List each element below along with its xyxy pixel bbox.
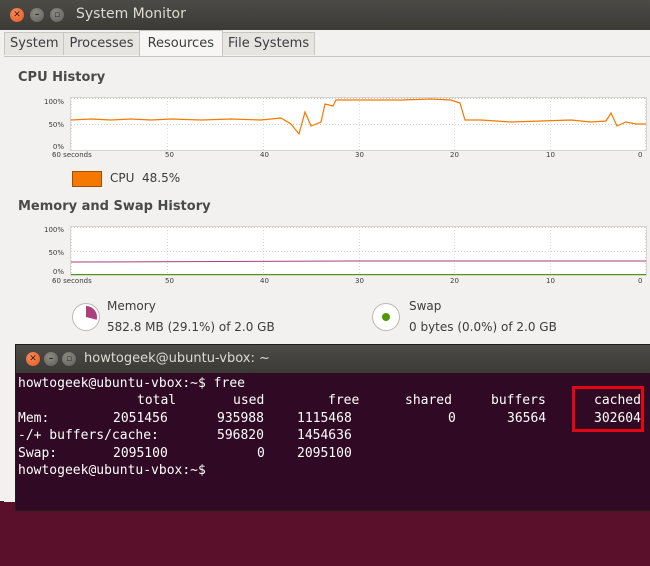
terminal-maximize-icon[interactable]: ▫ xyxy=(62,352,76,366)
cpu-x-tick-10: 10 xyxy=(546,151,555,159)
terminal-command-line: howtogeek@ubuntu-vbox:~$ free xyxy=(18,376,245,391)
header-total: total xyxy=(137,393,177,409)
tab-bar: System Processes Resources File Systems xyxy=(4,30,316,56)
memory-line xyxy=(71,260,646,263)
mem-x-tick-0: 0 xyxy=(638,277,643,285)
row-label: -/+ buffers/cache: xyxy=(18,428,159,444)
free-header-row: total used free shared buffers cached xyxy=(18,392,650,409)
header-shared: shared xyxy=(405,393,452,409)
header-used: used xyxy=(233,393,265,409)
cpu-history-svg xyxy=(71,98,646,150)
mem-x-tick-50: 50 xyxy=(165,277,174,285)
cpu-line xyxy=(71,98,646,136)
free-swap-row: Swap: 2095100 0 2095100 xyxy=(18,445,650,462)
row-label: Swap: xyxy=(18,445,58,461)
memory-legend-value: 582.8 MB (29.1%) of 2.0 GB xyxy=(107,320,275,334)
free-mem-row: Mem: 2051456 935988 1115468 0 36564 3026… xyxy=(18,410,650,427)
free-buffers-cache-row: -/+ buffers/cache: 596820 1454636 xyxy=(18,427,650,444)
mem-free: 1115468 xyxy=(297,410,352,426)
terminal-prompt: howtogeek@ubuntu-vbox:~$ xyxy=(18,463,206,478)
cpu-x-tick-20: 20 xyxy=(450,151,459,159)
swap-legend-label: Swap xyxy=(409,299,442,313)
minimize-icon[interactable]: – xyxy=(30,8,44,22)
terminal-output[interactable]: howtogeek@ubuntu-vbox:~$ free total used… xyxy=(18,375,650,515)
swap-pie-icon[interactable] xyxy=(372,303,400,331)
terminal-minimize-icon[interactable]: – xyxy=(44,352,58,366)
mem-x-tick-20: 20 xyxy=(450,277,459,285)
cpu-color-swatch[interactable] xyxy=(72,171,102,187)
memory-legend-label: Memory xyxy=(107,299,156,313)
memory-history-graph xyxy=(70,226,647,276)
terminal-titlebar: ✕ – ▫ howtogeek@ubuntu-vbox: ~ xyxy=(16,345,650,373)
mem-used: 935988 xyxy=(217,410,264,426)
swap-used: 0 xyxy=(257,445,265,461)
swap-total: 2095100 xyxy=(113,445,168,461)
tab-processes[interactable]: Processes xyxy=(63,32,140,55)
cpu-legend-value: 48.5% xyxy=(142,171,181,185)
row-label: Mem: xyxy=(18,410,50,426)
swap-legend-value: 0 bytes (0.0%) of 2.0 GB xyxy=(409,320,557,334)
titlebar: ✕ – ▫ System Monitor xyxy=(0,0,650,30)
swap-free: 2095100 xyxy=(297,445,352,461)
cpu-x-tick-60: 60 seconds xyxy=(52,151,92,159)
header-free: free xyxy=(328,393,360,409)
buffers-cache-used: 596820 xyxy=(217,428,264,444)
mem-x-tick-30: 30 xyxy=(355,277,364,285)
pie-slice xyxy=(86,306,97,320)
tab-resources[interactable]: Resources xyxy=(138,30,223,56)
cpu-y-tick-0: 0% xyxy=(52,143,64,151)
buffers-cache-free: 1454636 xyxy=(297,428,352,444)
cpu-history-graph xyxy=(70,97,647,151)
tab-system[interactable]: System xyxy=(4,32,65,55)
terminal-close-icon[interactable]: ✕ xyxy=(26,352,40,366)
memory-pie-icon[interactable] xyxy=(72,303,100,331)
mem-buffers: 36564 xyxy=(507,410,547,426)
cpu-y-tick-100: 100% xyxy=(43,98,64,106)
mem-x-tick-10: 10 xyxy=(546,277,555,285)
mem-x-tick-40: 40 xyxy=(260,277,269,285)
pie-dot xyxy=(382,313,390,321)
mem-total: 2051456 xyxy=(113,410,168,426)
window-title: System Monitor xyxy=(76,6,186,22)
mem-y-tick-100: 100% xyxy=(43,226,64,234)
mem-y-tick-0: 0% xyxy=(52,268,64,276)
maximize-icon[interactable]: ▫ xyxy=(50,8,64,22)
close-icon[interactable]: ✕ xyxy=(10,8,24,22)
mem-y-tick-50: 50% xyxy=(48,249,64,257)
cpu-history-title: CPU History xyxy=(18,70,106,85)
header-buffers: buffers xyxy=(491,393,546,409)
cpu-x-tick-40: 40 xyxy=(260,151,269,159)
terminal-window[interactable]: ✕ – ▫ howtogeek@ubuntu-vbox: ~ howtogeek… xyxy=(15,344,650,511)
memory-history-title: Memory and Swap History xyxy=(18,199,211,214)
tab-file-systems[interactable]: File Systems xyxy=(221,32,316,55)
cpu-x-tick-0: 0 xyxy=(638,151,643,159)
cpu-x-tick-50: 50 xyxy=(165,151,174,159)
memory-history-svg xyxy=(71,227,646,275)
mem-shared: 0 xyxy=(448,410,456,426)
cpu-y-tick-50: 50% xyxy=(48,121,64,129)
mem-x-tick-60: 60 seconds xyxy=(52,277,92,285)
cpu-x-tick-30: 30 xyxy=(355,151,364,159)
cached-highlight-box xyxy=(572,386,644,432)
cpu-legend-label: CPU xyxy=(110,171,135,185)
terminal-title: howtogeek@ubuntu-vbox: ~ xyxy=(84,351,270,366)
